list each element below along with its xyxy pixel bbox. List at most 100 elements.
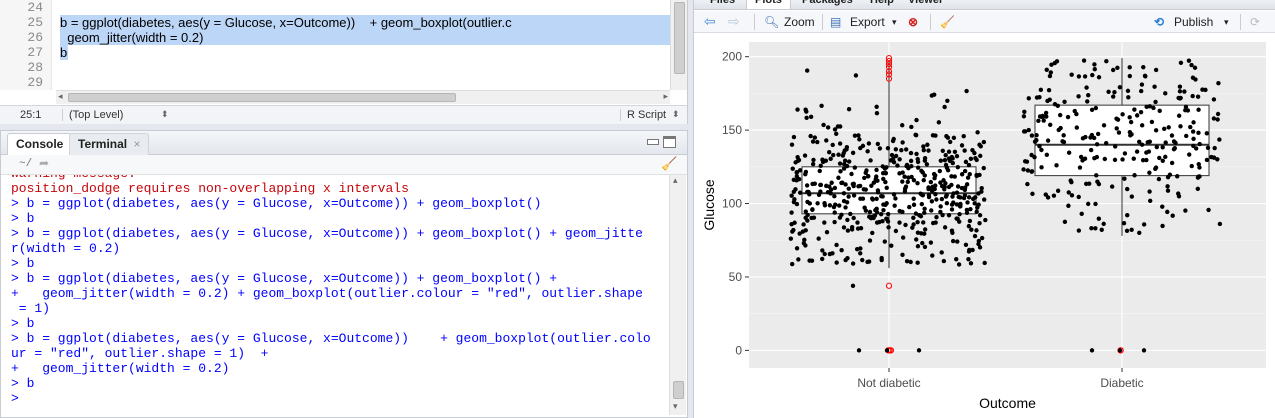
jitter-point [1089,107,1095,113]
tab-plots[interactable]: Plots [746,0,791,9]
scope-selector[interactable]: (Top Level) [62,109,123,121]
jitter-point [955,165,961,170]
jitter-point [952,174,957,179]
jitter-point [1139,88,1144,94]
jitter-point [1047,73,1053,79]
forward-arrow-icon[interactable]: ⇨ [728,14,740,30]
jitter-point [1163,154,1168,160]
tab-files[interactable]: Files [702,0,743,9]
clear-console-icon[interactable]: 🧹 [661,156,677,172]
jitter-point [852,133,858,138]
close-icon[interactable]: × [133,137,140,151]
editor-vertical-thumb[interactable] [674,2,685,74]
file-type-selector[interactable]: R Script [620,109,666,121]
tab-packages[interactable]: Packages [794,0,861,9]
jitter-point [903,184,909,189]
jitter-point [860,257,865,263]
code-area[interactable]: b = ggplot(diabetes, aes(y = Glucose, x=… [56,0,670,90]
filetype-dropdown-icon[interactable]: ⬍ [672,109,680,120]
jitter-point [1093,201,1098,207]
jitter-point [839,247,844,253]
working-directory[interactable]: ~/ [19,158,32,170]
scope-dropdown-icon[interactable]: ⬍ [161,109,169,120]
jitter-point [1022,109,1027,114]
jitter-point [1036,118,1041,124]
jitter-point [1195,94,1201,99]
jitter-point [1076,194,1081,200]
jitter-point [1147,170,1152,175]
jitter-point [863,208,869,213]
jitter-point [836,175,841,180]
jitter-point [919,201,925,207]
jitter-point [975,130,980,135]
code-line[interactable]: b [60,45,68,60]
jitter-point [1029,169,1034,174]
editor-horizontal-thumb[interactable] [68,93,456,102]
refresh-icon[interactable]: ⟳ [1250,14,1260,30]
publish-icon[interactable]: ⟲ [1154,14,1164,30]
maximize-icon[interactable] [663,136,676,148]
back-arrow-icon[interactable]: ⇦ [704,14,716,30]
console-scrollbar[interactable]: ▴ ▾ [669,175,686,415]
jitter-point [893,228,899,234]
jitter-point [832,210,837,215]
toolbar-divider [822,14,823,30]
tab-terminal[interactable]: Terminal × [69,133,150,155]
tab-help[interactable]: Help [862,0,902,9]
jitter-point [1206,207,1211,213]
jitter-point [895,163,900,168]
code-line[interactable]: geom_jitter(width = 0.2) [60,30,670,45]
jitter-point [934,197,939,202]
jitter-point [803,215,808,221]
jitter-point [959,143,965,148]
code-line[interactable]: b = ggplot(diabetes, aes(y = Glucose, x=… [60,15,670,30]
go-to-directory-icon[interactable]: ➦ [39,156,49,170]
jitter-point [952,149,958,155]
jitter-point [897,157,902,162]
editor-horizontal-scrollbar[interactable]: ◂ ▸ [56,90,670,104]
jitter-point [1153,99,1158,105]
jitter-point [1172,146,1177,151]
remove-plot-icon[interactable]: ⊗ [908,14,918,30]
scroll-left-icon[interactable]: ◂ [58,91,63,102]
jitter-point [889,243,894,248]
jitter-point [818,182,823,188]
zoom-icon[interactable]: 🔍︎ [764,14,779,30]
minimize-icon[interactable] [647,139,659,145]
jitter-point [1128,133,1133,138]
jitter-point [820,248,825,253]
jitter-point [1189,62,1194,68]
jitter-point [915,244,921,249]
scroll-up-icon[interactable]: ▴ [673,175,678,186]
jitter-point [804,115,809,121]
tab-console[interactable]: Console [7,133,73,155]
console-output[interactable]: Warning message:position_dodge requires … [11,175,663,415]
jitter-point [1045,195,1051,200]
console-line: position_dodge requires non-overlapping … [11,181,409,196]
jitter-point [812,135,818,140]
publish-dropdown-icon[interactable]: ▾ [1224,14,1229,30]
jitter-point [911,215,916,221]
jitter-point [1082,156,1088,161]
zoom-button[interactable]: Zoom [784,14,815,30]
jitter-point [839,212,844,218]
publish-button[interactable]: Publish [1174,14,1213,30]
editor-vertical-scrollbar[interactable] [670,0,687,90]
console-scroll-thumb[interactable] [673,381,684,399]
jitter-point [1106,89,1111,95]
export-icon[interactable]: ▤ [830,14,841,30]
tab-viewer[interactable]: Viewer [900,0,951,9]
jitter-point [926,194,932,200]
jitter-point [809,215,814,221]
console-line: ur = "red", outlier.shape = 1) + [11,346,269,361]
export-button[interactable]: Export [850,14,885,30]
jitter-point [846,194,851,199]
source-editor[interactable]: 24 25 26 27 28 29 b = ggplot(diabetes, aes(y … [0,0,688,124]
jitter-point [941,258,947,264]
export-dropdown-icon[interactable]: ▾ [892,14,897,30]
clear-plots-icon[interactable]: 🧹 [940,14,955,30]
scroll-right-icon[interactable]: ▸ [663,91,668,102]
jitter-point [950,160,956,166]
scroll-down-icon[interactable]: ▾ [673,401,678,412]
jitter-point [1114,116,1119,121]
